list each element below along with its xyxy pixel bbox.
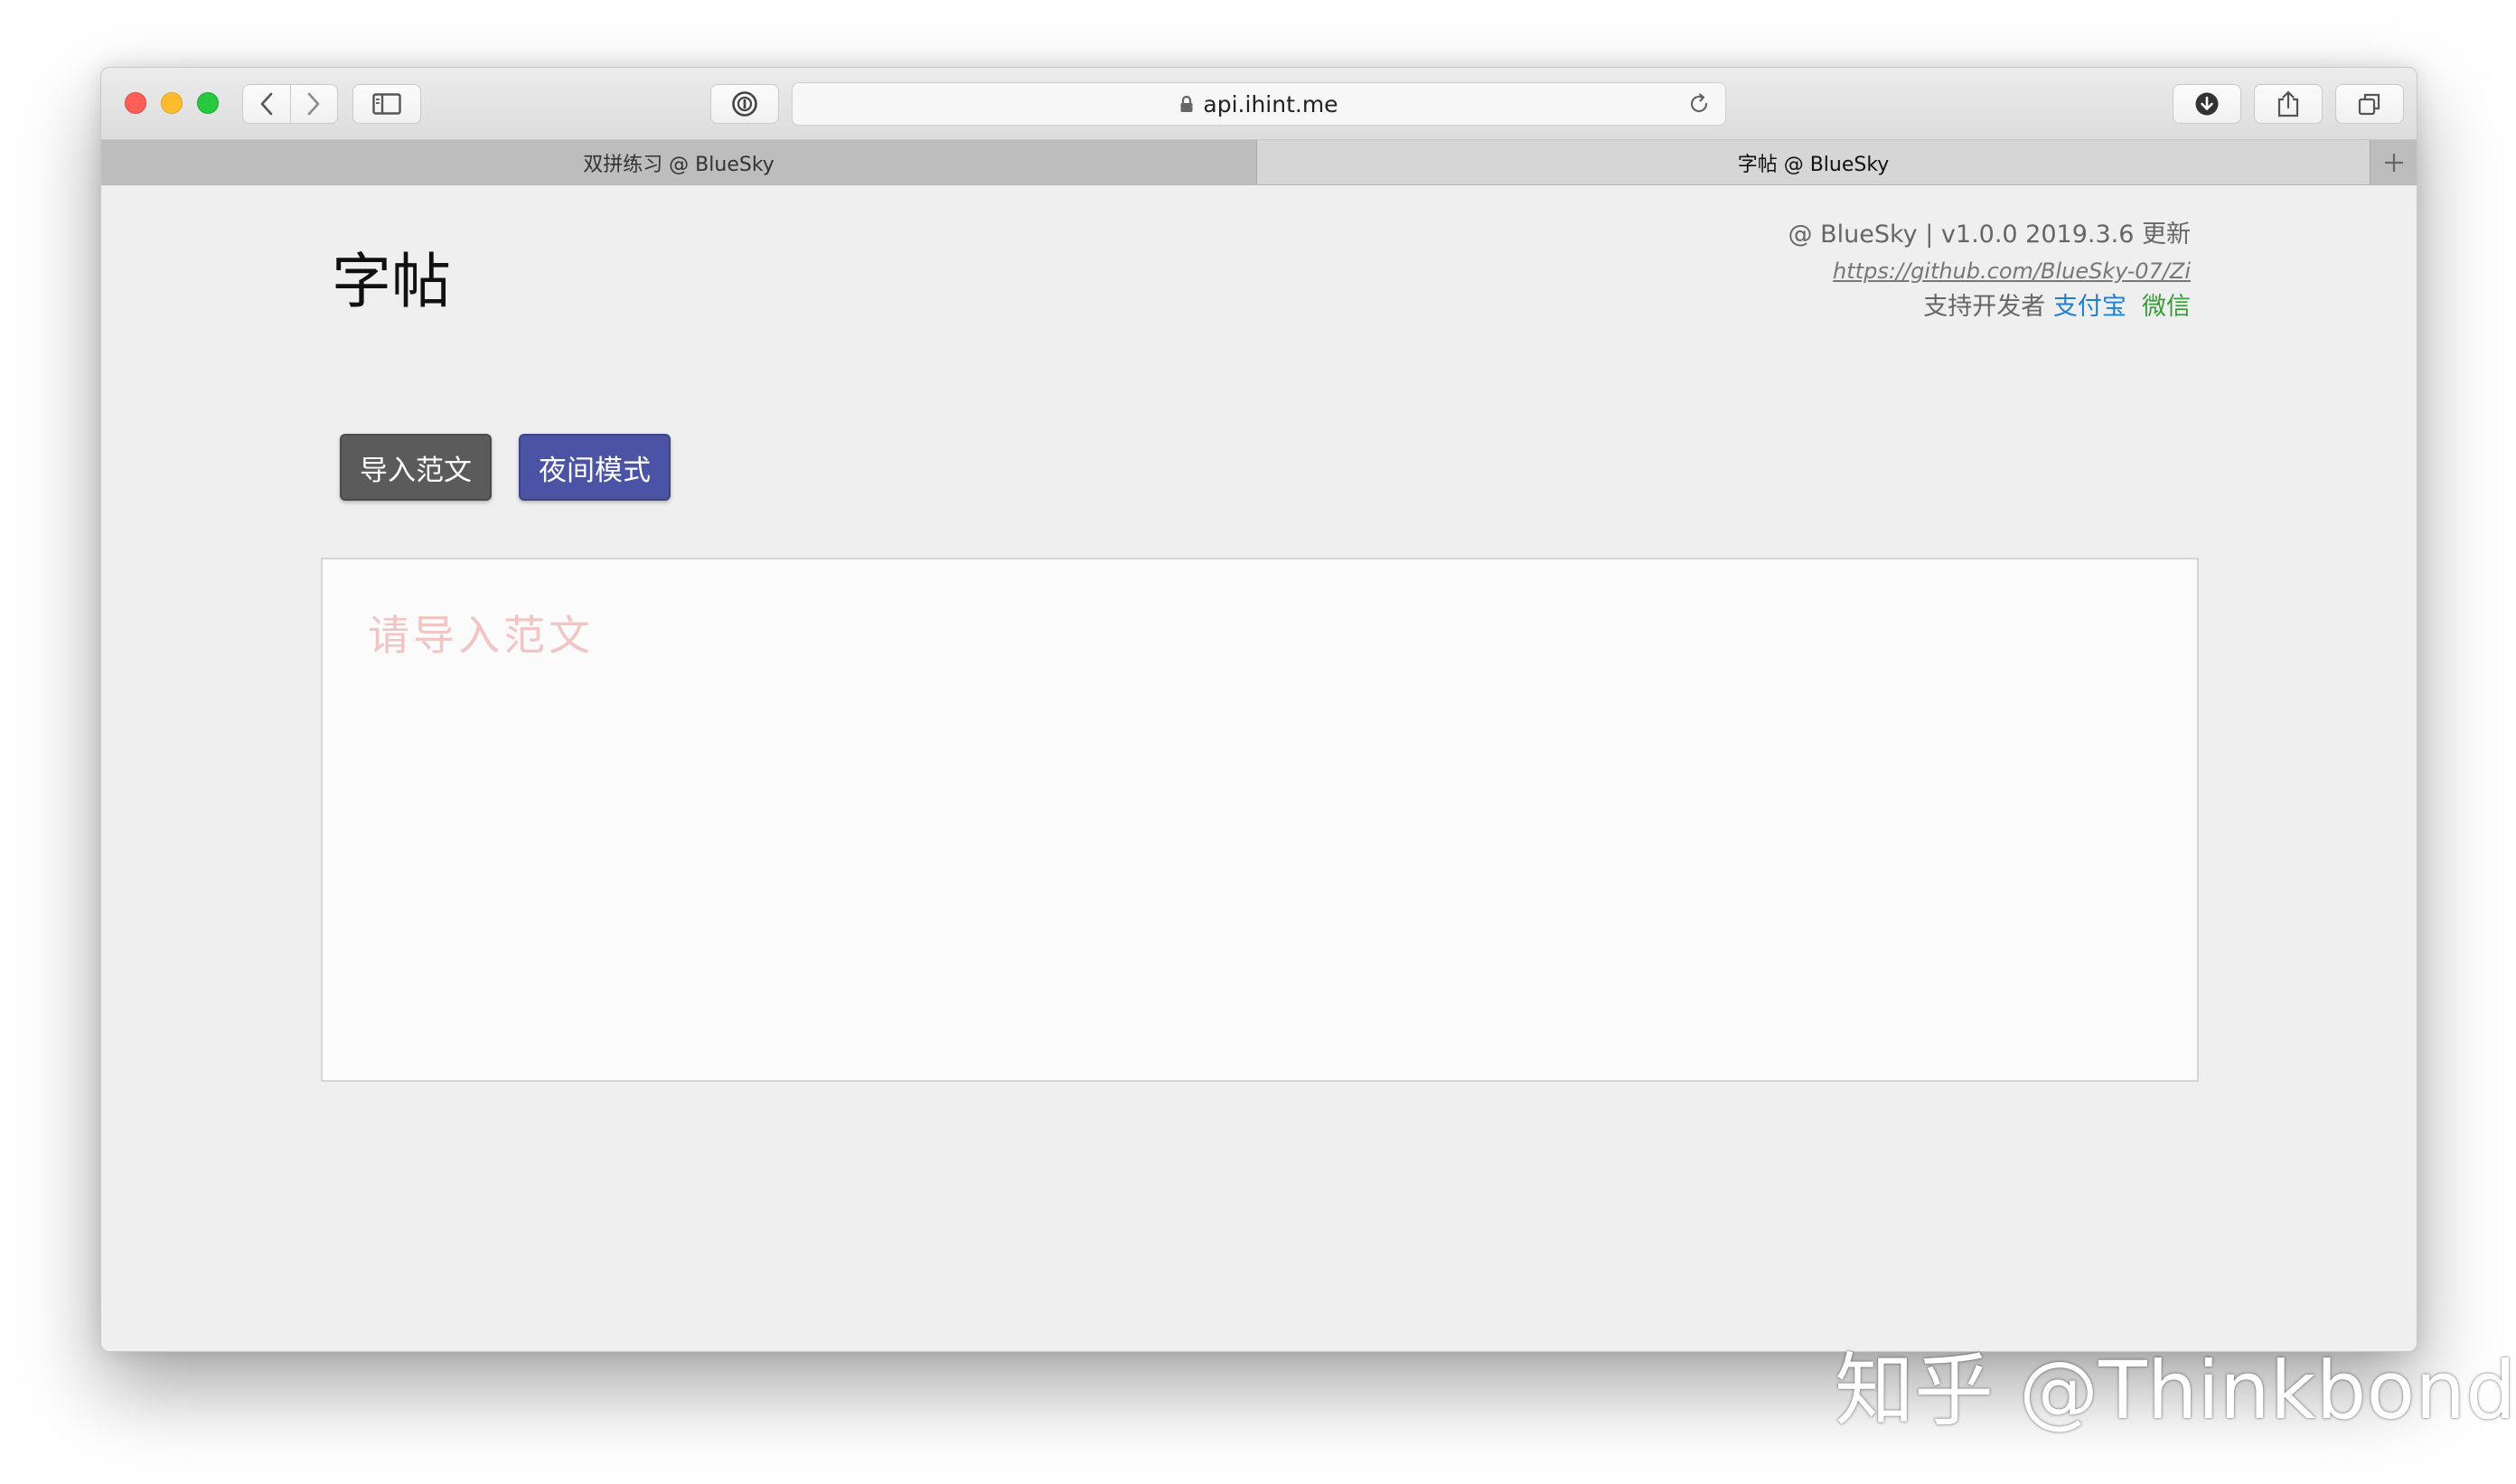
download-icon — [2195, 92, 2219, 116]
text-editor[interactable]: 请导入范文 — [321, 558, 2199, 1082]
page-content: 字帖 @ BlueSky | v1.0.0 2019.3.6 更新 https:… — [101, 186, 2417, 1351]
browser-toolbar: api.ihint.me — [101, 68, 2417, 140]
browser-window: api.ihint.me 双拼练习 @ BlueSky 字帖 @ BlueSky… — [100, 67, 2417, 1352]
tab-label: 字帖 @ BlueSky — [1737, 153, 1890, 176]
tab-zitie[interactable]: 字帖 @ BlueSky — [1257, 140, 2370, 184]
page-title: 字帖 — [332, 247, 451, 316]
new-tab-button[interactable] — [2370, 140, 2417, 184]
share-button[interactable] — [2254, 84, 2323, 124]
address-text: api.ihint.me — [1203, 90, 1338, 117]
sidebar-toggle-button[interactable] — [352, 84, 421, 124]
tabs-icon — [2358, 93, 2380, 116]
zoom-window-button[interactable] — [197, 92, 219, 114]
editor-placeholder: 请导入范文 — [368, 611, 594, 660]
tab-overview-button[interactable] — [2335, 84, 2404, 124]
nav-buttons — [242, 84, 338, 124]
plus-icon — [2384, 153, 2403, 172]
lock-icon — [1179, 95, 1194, 113]
minimize-window-button[interactable] — [161, 92, 183, 114]
zhihu-watermark: 知乎 @Thinkbond — [1835, 1344, 2516, 1437]
github-link[interactable]: https://github.com/BlueSky-07/Zi — [1833, 258, 2191, 284]
chevron-left-icon — [260, 92, 273, 116]
alipay-link[interactable]: 支付宝 — [2053, 293, 2126, 321]
sidebar-icon — [372, 93, 401, 115]
night-mode-button[interactable]: 夜间模式 — [519, 434, 671, 501]
tab-label: 双拼练习 @ BlueSky — [583, 153, 775, 176]
password-icon — [732, 91, 757, 117]
chevron-right-icon — [307, 92, 320, 116]
import-text-button[interactable]: 导入范文 — [340, 434, 492, 501]
password-manager-button[interactable] — [710, 84, 779, 124]
support-label: 支持开发者 — [1923, 293, 2046, 321]
version-info: @ BlueSky | v1.0.0 2019.3.6 更新 — [1788, 221, 2191, 249]
wechat-link[interactable]: 微信 — [2142, 293, 2191, 321]
tab-shuangpin[interactable]: 双拼练习 @ BlueSky — [101, 140, 1257, 184]
reload-icon[interactable] — [1687, 92, 1711, 121]
back-button[interactable] — [243, 85, 290, 123]
address-bar[interactable]: api.ihint.me — [792, 82, 1726, 126]
page-meta: @ BlueSky | v1.0.0 2019.3.6 更新 https://g… — [1788, 217, 2191, 325]
forward-button[interactable] — [289, 85, 338, 123]
close-window-button[interactable] — [125, 92, 146, 114]
downloads-button[interactable] — [2173, 84, 2241, 124]
tab-bar: 双拼练习 @ BlueSky 字帖 @ BlueSky — [101, 140, 2417, 185]
share-icon — [2277, 90, 2299, 117]
